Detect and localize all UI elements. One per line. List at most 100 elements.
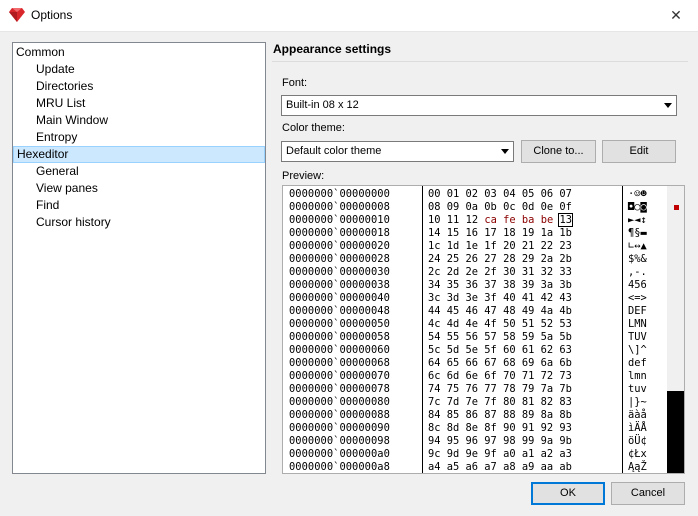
ok-button[interactable]: OK: [531, 482, 605, 505]
font-select-value: Built-in 08 x 12: [286, 99, 359, 111]
hex-row: 6c 6d 6e 6f 70 71 72 73: [428, 370, 572, 382]
edit-button[interactable]: Edit: [602, 140, 676, 163]
ascii-row: äàå: [628, 409, 647, 421]
hex-row: 4c 4d 4e 4f 50 51 52 53: [428, 318, 572, 330]
tree-item-find[interactable]: Find: [13, 197, 59, 214]
address-row: 0000000`00000068: [289, 357, 390, 369]
address-row: 0000000`00000028: [289, 253, 390, 265]
hex-row: 14 15 16 17 18 19 1a 1b: [428, 227, 572, 239]
options-nav-tree[interactable]: Common Update Directories MRU List Main Wind…: [12, 42, 266, 474]
tree-item-cursor-history[interactable]: Cursor history: [13, 214, 111, 231]
hex-row: 2c 2d 2e 2f 30 31 32 33: [428, 266, 572, 278]
cancel-button[interactable]: Cancel: [611, 482, 685, 505]
hex-row: 00 01 02 03 04 05 06 07: [428, 188, 572, 200]
preview-label: Preview:: [282, 170, 325, 182]
column-divider: [622, 186, 623, 473]
ascii-row: def: [628, 357, 647, 369]
ascii-row: ìÄÅ: [628, 422, 647, 434]
hex-row: 9c 9d 9e 9f a0 a1 a2 a3: [428, 448, 572, 460]
font-select[interactable]: Built-in 08 x 12: [281, 95, 677, 116]
hex-row: 64 65 66 67 68 69 6a 6b: [428, 357, 572, 369]
hex-preview-pane: 0000000`00000000 0000000`00000008 0000000`…: [282, 185, 685, 474]
hex-row: 94 95 96 97 98 99 9a 9b: [428, 435, 572, 447]
address-row: 0000000`000000a8: [289, 461, 390, 473]
address-row: 0000000`00000088: [289, 409, 390, 421]
bookmark-marker: [674, 205, 679, 210]
ascii-row: |}~: [628, 396, 647, 408]
address-row: 0000000`00000030: [289, 266, 390, 278]
address-row: 0000000`00000048: [289, 305, 390, 317]
tree-item-update[interactable]: Update: [13, 61, 75, 78]
tree-item-directories[interactable]: Directories: [13, 78, 93, 95]
address-row: 0000000`00000098: [289, 435, 390, 447]
hex-row: a4 a5 a6 a7 a8 a9 aa ab: [428, 461, 572, 473]
hex-row: 8c 8d 8e 8f 90 91 92 93: [428, 422, 572, 434]
tree-item-common[interactable]: Common: [13, 44, 65, 61]
hex-row: 10 11 12 ca fe ba be 13: [428, 213, 573, 227]
address-row: 0000000`00000018: [289, 227, 390, 239]
preview-scrollbar[interactable]: [667, 186, 684, 473]
ascii-row: ‚-.: [628, 266, 647, 278]
address-row: 0000000`00000020: [289, 240, 390, 252]
chevron-down-icon: [664, 103, 672, 108]
address-row: 0000000`000000a0: [289, 448, 390, 460]
ascii-row: ∟↔▲: [628, 240, 647, 252]
color-theme-label: Color theme:: [282, 122, 345, 134]
hex-row: 1c 1d 1e 1f 20 21 22 23: [428, 240, 572, 252]
ascii-row: DEF: [628, 305, 647, 317]
address-row: 0000000`00000060: [289, 344, 390, 356]
address-row: 0000000`00000090: [289, 422, 390, 434]
ascii-row: lmn: [628, 370, 647, 382]
clone-to-button[interactable]: Clone to...: [521, 140, 596, 163]
ascii-row: LMN: [628, 318, 647, 330]
tree-item-mru-list[interactable]: MRU List: [13, 95, 85, 112]
hex-row: 44 45 46 47 48 49 4a 4b: [428, 305, 572, 317]
address-row: 0000000`00000008: [289, 201, 390, 213]
address-row: 0000000`00000040: [289, 292, 390, 304]
address-row: 0000000`00000080: [289, 396, 390, 408]
ruby-app-icon: [9, 8, 25, 22]
color-theme-select[interactable]: Default color theme: [281, 141, 514, 162]
title-bar: Options ✕: [0, 0, 698, 32]
close-button[interactable]: ✕: [654, 0, 698, 31]
address-row: 0000000`00000038: [289, 279, 390, 291]
tree-item-entropy[interactable]: Entropy: [13, 129, 77, 146]
hex-row: 5c 5d 5e 5f 60 61 62 63: [428, 344, 572, 356]
ascii-row: ►◄↕: [628, 214, 647, 226]
hex-row: 34 35 36 37 38 39 3a 3b: [428, 279, 572, 291]
chevron-down-icon: [501, 149, 509, 154]
font-label: Font:: [282, 77, 308, 89]
ascii-row: TUV: [628, 331, 647, 343]
hex-row: 7c 7d 7e 7f 80 81 82 83: [428, 396, 572, 408]
address-row: 0000000`00000058: [289, 331, 390, 343]
address-row: 0000000`00000000: [289, 188, 390, 200]
ascii-row: ◘○◙: [628, 201, 647, 213]
ascii-row: ¢Łx: [628, 448, 647, 460]
address-row: 0000000`00000010: [289, 214, 390, 226]
ascii-row: ·☺☻: [628, 188, 647, 200]
hex-row: 54 55 56 57 58 59 5a 5b: [428, 331, 572, 343]
hex-row: 3c 3d 3e 3f 40 41 42 43: [428, 292, 572, 304]
section-title: Appearance settings: [273, 42, 392, 56]
address-row: 0000000`00000050: [289, 318, 390, 330]
tree-item-main-window[interactable]: Main Window: [13, 112, 108, 129]
tree-item-general[interactable]: General: [13, 163, 79, 180]
address-row: 0000000`00000070: [289, 370, 390, 382]
address-row: 0000000`00000078: [289, 383, 390, 395]
address-column: 0000000`00000000 0000000`00000008 0000000`…: [289, 188, 390, 473]
ascii-row: öÜ¢: [628, 435, 647, 447]
ascii-column: ·☺☻ ◘○◙ ►◄↕ ¶§▬ ∟↔▲ $%& ‚-. 456 <=> DEF LMN TUV \]^ d…: [628, 188, 647, 473]
window-title: Options: [31, 8, 73, 22]
ascii-row: ĄąŽ: [628, 461, 647, 473]
ascii-row: \]^: [628, 344, 647, 356]
section-divider: [272, 61, 688, 62]
column-divider: [422, 186, 423, 473]
ascii-row: 456: [628, 279, 647, 291]
tree-item-hexeditor[interactable]: Hexeditor: [13, 146, 265, 163]
ascii-row: tuv: [628, 383, 647, 395]
scrollbar-thumb[interactable]: [667, 391, 684, 473]
ascii-row: ¶§▬: [628, 227, 647, 239]
tree-item-view-panes[interactable]: View panes: [13, 180, 98, 197]
close-icon: ✕: [670, 7, 682, 23]
ascii-row: <=>: [628, 292, 647, 304]
